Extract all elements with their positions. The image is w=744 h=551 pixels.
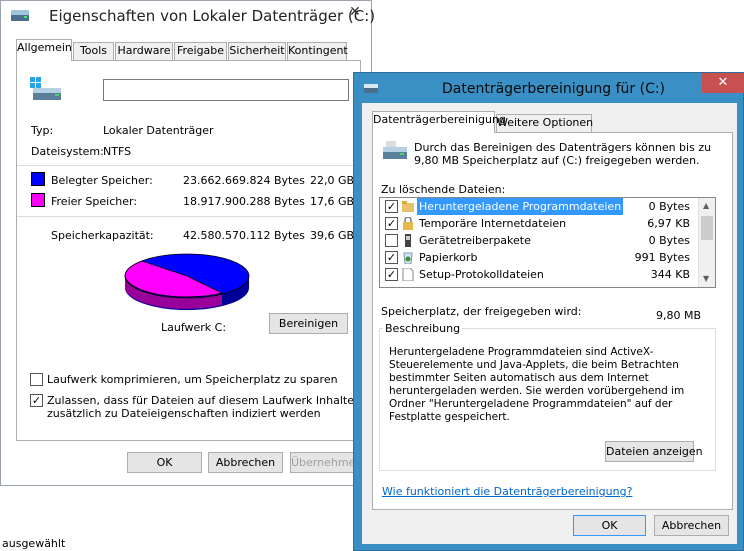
- used-label: Belegter Speicher:: [51, 174, 153, 187]
- apply-button[interactable]: Übernehmen: [290, 452, 360, 473]
- filesystem-label: Dateisystem:: [31, 145, 104, 158]
- capacity-label: Speicherkapazität:: [51, 229, 154, 242]
- cleanup-button[interactable]: Bereinigen: [269, 313, 348, 334]
- dialog-title: Datenträgerbereinigung für (C:): [442, 81, 666, 97]
- intro-line-1: Durch das Bereinigen des Datenträgers kö…: [414, 141, 712, 154]
- dialog-body: Datenträgerbereinigung Weitere Optionen …: [362, 103, 737, 544]
- close-button[interactable]: ✕: [702, 73, 744, 93]
- used-bytes: 23.662.669.824 Bytes: [183, 174, 305, 187]
- close-button[interactable]: ✕: [339, 2, 371, 22]
- used-color-swatch: [31, 172, 45, 186]
- description-label: Beschreibung: [383, 322, 463, 335]
- file-size: 991 Bytes: [634, 251, 690, 264]
- tab-sharing[interactable]: Freigabe: [174, 42, 227, 60]
- index-checkbox[interactable]: ✓: [30, 394, 43, 407]
- drive-icon: [383, 141, 407, 159]
- disk-cleanup-dialog: Datenträgerbereinigung für (C:) ✕ Datent…: [353, 72, 744, 551]
- file-name: Gerätetreiberpakete: [419, 234, 531, 247]
- drive-label: Laufwerk C:: [161, 321, 227, 334]
- help-link[interactable]: Wie funktioniert die Datenträgerbereinig…: [382, 485, 632, 498]
- lock-icon: [403, 217, 413, 230]
- scroll-thumb[interactable]: [701, 216, 713, 240]
- tab-general[interactable]: Allgemein: [16, 39, 72, 61]
- files-list: ✓ Heruntergeladene Programmdateien 0 Byt…: [379, 197, 716, 288]
- tab-disk-cleanup[interactable]: Datenträgerbereinigung: [372, 111, 506, 133]
- compress-checkbox[interactable]: [30, 373, 43, 386]
- file-size: 6,97 KB: [647, 217, 690, 230]
- divider: [17, 165, 360, 166]
- drive-icon: [30, 77, 61, 100]
- description-group: Beschreibung Heruntergeladene Programmda…: [379, 322, 716, 471]
- free-bytes: 18.917.900.288 Bytes: [183, 195, 305, 208]
- compress-label: Laufwerk komprimieren, um Speicherplatz …: [47, 373, 338, 386]
- cleanup-icon: [364, 84, 378, 93]
- space-value: 9,80 MB: [656, 309, 702, 322]
- list-scrollbar[interactable]: ▲ ▼: [698, 198, 715, 287]
- intro-line-2: 9,80 MB Speicherplatz auf (C:) freigegeb…: [414, 154, 700, 167]
- cancel-button[interactable]: Abbrechen: [654, 515, 729, 536]
- status-text: ausgewählt: [2, 537, 66, 550]
- free-gb: 17,6 GB: [310, 195, 355, 208]
- drive-icon: [11, 10, 29, 21]
- list-item[interactable]: ✓ Heruntergeladene Programmdateien 0 Byt…: [380, 198, 700, 215]
- file-size: 0 Bytes: [648, 234, 690, 247]
- recycle-bin-icon: [403, 252, 413, 264]
- divider: [17, 216, 360, 217]
- list-item[interactable]: ✓ Setup-Protokolldateien 344 KB: [380, 266, 700, 283]
- drive-name-input[interactable]: [103, 79, 349, 101]
- file-name: Setup-Protokolldateien: [419, 268, 544, 281]
- file-size: 0 Bytes: [648, 200, 690, 213]
- capacity-gb: 39,6 GB: [310, 229, 355, 242]
- list-item[interactable]: ✓ Papierkorb 991 Bytes: [380, 249, 700, 266]
- ok-button[interactable]: OK: [127, 452, 202, 473]
- space-label: Speicherplatz, der freigegeben wird:: [381, 305, 582, 318]
- capacity-bytes: 42.580.570.112 Bytes: [183, 229, 305, 242]
- scroll-up-icon[interactable]: ▲: [703, 201, 709, 210]
- file-size: 344 KB: [650, 268, 690, 281]
- tab-quota[interactable]: Kontingent: [287, 42, 348, 60]
- properties-window: Eigenschaften von Lokaler Datenträger (C…: [0, 0, 376, 486]
- list-item[interactable]: ✓ Temporäre Internetdateien 6,97 KB: [380, 215, 700, 232]
- type-label: Typ:: [31, 124, 54, 137]
- file-checkbox[interactable]: ✓: [385, 200, 398, 213]
- file-name: Papierkorb: [419, 251, 478, 264]
- tab-security[interactable]: Sicherheit: [228, 42, 286, 60]
- index-label-line-1: Zulassen, dass für Dateien auf diesem La…: [47, 394, 354, 407]
- tab-more-options[interactable]: Weitere Optionen: [496, 114, 593, 132]
- filesystem-value: NTFS: [103, 145, 132, 158]
- window-title: Eigenschaften von Lokaler Datenträger (C…: [49, 7, 376, 25]
- file-name: Temporäre Internetdateien: [419, 217, 567, 230]
- file-checkbox[interactable]: [385, 234, 398, 247]
- type-value: Lokaler Datenträger: [103, 124, 214, 137]
- folder-icon: [402, 201, 414, 212]
- view-files-button[interactable]: Dateien anzeigen: [605, 441, 703, 462]
- tab-hardware[interactable]: Hardware: [115, 42, 173, 60]
- cleanup-panel: Durch das Bereinigen des Datenträgers kö…: [372, 132, 733, 510]
- general-panel: Typ: Lokaler Datenträger Dateisystem: NT…: [16, 60, 361, 441]
- document-icon: [402, 268, 414, 281]
- cancel-button[interactable]: Abbrechen: [208, 452, 283, 473]
- free-label: Freier Speicher:: [51, 195, 138, 208]
- driver-icon: [405, 234, 411, 247]
- used-gb: 22,0 GB: [310, 174, 355, 187]
- usage-pie-chart: [124, 253, 250, 310]
- scroll-down-icon[interactable]: ▼: [703, 274, 709, 283]
- description-text: Heruntergeladene Programmdateien sind Ac…: [389, 346, 685, 423]
- file-name: Heruntergeladene Programmdateien: [417, 198, 624, 215]
- file-checkbox[interactable]: ✓: [385, 268, 398, 281]
- tab-tools[interactable]: Tools: [73, 42, 114, 60]
- file-checkbox[interactable]: ✓: [385, 251, 398, 264]
- list-item[interactable]: Gerätetreiberpakete 0 Bytes: [380, 232, 700, 249]
- files-label: Zu löschende Dateien:: [381, 183, 506, 196]
- free-color-swatch: [31, 193, 45, 207]
- index-label-line-2: zusätzlich zu Dateieigenschaften indizie…: [47, 407, 321, 420]
- file-checkbox[interactable]: ✓: [385, 217, 398, 230]
- ok-button[interactable]: OK: [573, 515, 646, 536]
